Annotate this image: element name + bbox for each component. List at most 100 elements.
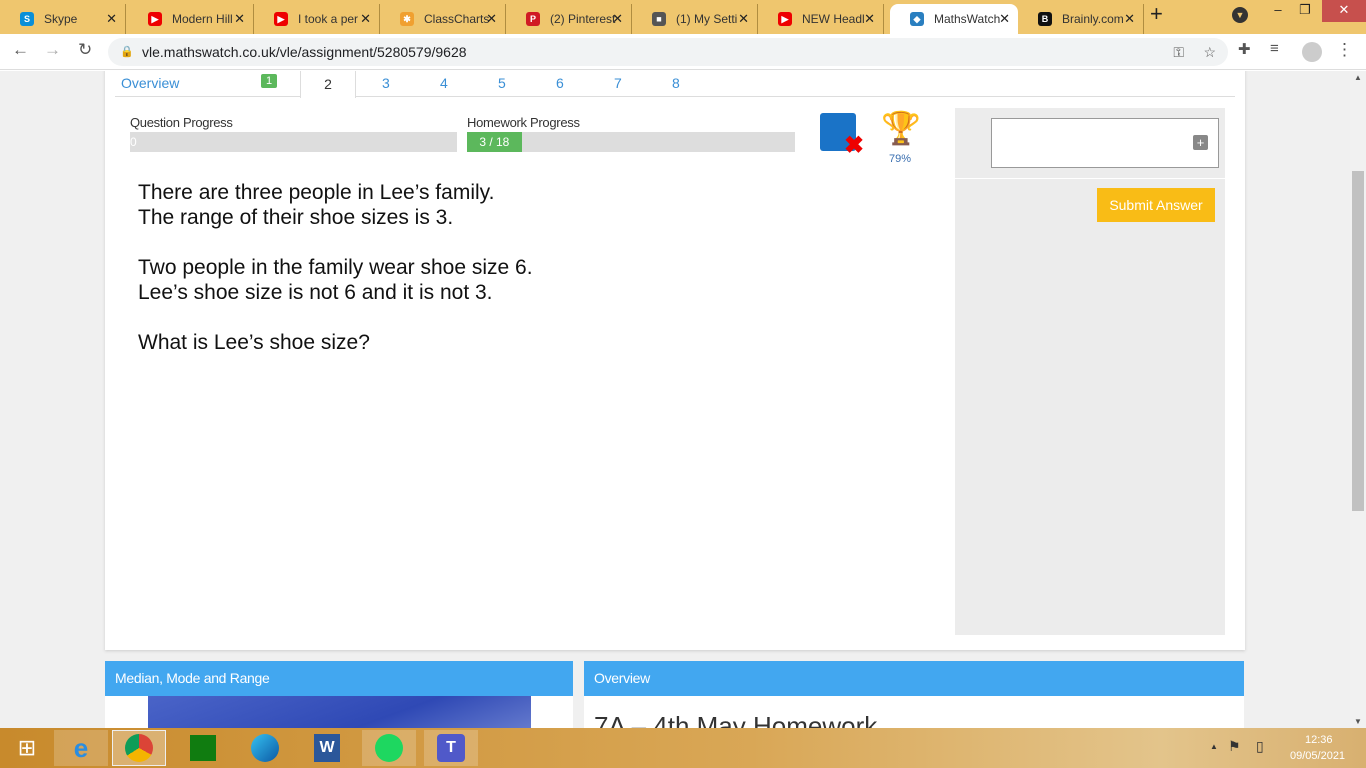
teams-icon[interactable]: T [424,730,478,766]
tab-question-5[interactable]: 5 [498,75,506,91]
video-thumbnail[interactable] [148,696,531,728]
close-tab-icon[interactable]: ✕ [106,11,117,27]
question-progress-label: Question Progress [130,115,233,130]
tab-question-6[interactable]: 6 [556,75,564,91]
close-tab-icon[interactable]: ✕ [234,11,245,27]
close-tab-icon[interactable]: ✕ [864,11,875,27]
tab-favicon-icon: ◆ [910,12,924,26]
browser-tab[interactable]: S Skype ✕ [0,4,126,34]
tab-favicon-icon: ▶ [778,12,792,26]
bookmark-star-icon[interactable]: ☆ [1203,38,1216,66]
minimize-button[interactable]: – [1268,0,1288,22]
close-tab-icon[interactable]: ✕ [486,11,497,27]
url-input[interactable]: 🔒 vle.mathswatch.co.uk/vle/assignment/52… [108,38,1228,66]
close-tab-icon[interactable]: ✕ [612,11,623,27]
back-icon[interactable]: ← [12,40,29,60]
word-icon[interactable]: W [300,730,354,766]
tab-favicon-icon: B [1038,12,1052,26]
question-tabs: Overview 1 2 3 4 5 6 7 8 [115,71,1235,98]
url-text: vle.mathswatch.co.uk/vle/assignment/5280… [142,44,467,60]
power-icon[interactable]: ▯ [1256,738,1264,755]
submit-answer-button[interactable]: Submit Answer [1097,188,1215,222]
tab-favicon-icon: ■ [652,12,666,26]
answer-panel: + Submit Answer [955,108,1225,635]
topic-video-panel: Median, Mode and Range [105,661,573,728]
tab-overview[interactable]: Overview [121,75,179,91]
close-tab-icon[interactable]: ✕ [360,11,371,27]
clock-date[interactable]: 09/05/2021 [1290,750,1345,762]
tab-favicon-icon: S [20,12,34,26]
close-window-button[interactable]: ✕ [1322,0,1366,22]
show-hidden-icons[interactable]: ▲ [1210,742,1218,751]
tab-search-icon[interactable]: ▼ [1232,7,1248,23]
question-line: Lee’s shoe size is not 6 and it is not 3… [138,281,493,304]
action-center-icon[interactable]: ⚑ [1228,738,1241,755]
homework-heading: 7A – 4th May Homework [594,711,878,728]
forward-icon[interactable]: → [44,40,61,60]
overview-panel: Overview 7A – 4th May Homework [584,661,1244,728]
browser-tab[interactable]: ■ (1) My Setti ✕ [632,4,758,34]
expand-plus-icon[interactable]: + [1193,135,1208,150]
page-scrollbar[interactable]: ▲ ▼ [1350,71,1366,728]
tab-question-3[interactable]: 3 [382,75,390,91]
tab-favicon-icon: P [526,12,540,26]
trophy-icon: 🏆 [881,110,921,146]
menu-icon[interactable]: ⋮ [1336,40,1353,60]
extensions-icon[interactable]: ✚ [1238,40,1251,58]
browser-tab-bar: S Skype ✕ ▶ Modern Hill ✕ ▶ I took a per ✕ ✱ Class… [0,0,1366,34]
spotify-icon[interactable] [362,730,416,766]
scrollbar-thumb[interactable] [1352,171,1364,511]
store-icon[interactable] [176,730,230,766]
reload-icon[interactable]: ↻ [78,40,92,60]
media-icon[interactable]: ≡ [1270,40,1279,57]
calculator-disabled-icon[interactable]: ✖ [820,113,864,159]
close-tab-icon[interactable]: ✕ [1124,11,1135,27]
question-progress-value: 0 [130,135,137,149]
question-line: There are three people in Lee’s family. [138,181,495,204]
tab-favicon-icon: ▶ [274,12,288,26]
chrome-icon[interactable] [112,730,166,766]
restore-button[interactable]: ❐ [1295,0,1315,22]
question-line: What is Lee’s shoe size? [138,331,370,354]
close-tab-icon[interactable]: ✕ [999,11,1010,27]
clock-time[interactable]: 12:36 [1305,734,1333,746]
overview-panel-title: Overview [584,661,1244,696]
browser-tab[interactable]: P (2) Pinterest ✕ [506,4,632,34]
browser-tab[interactable]: ◆ MathsWatch ✕ [890,4,1018,34]
address-bar-row: ← → ↻ 🔒 vle.mathswatch.co.uk/vle/assignm… [0,34,1366,70]
edge-icon[interactable] [238,730,292,766]
question-line: Two people in the family wear shoe size … [138,256,533,279]
homework-progress-bar: 3 / 18 [467,132,795,152]
homework-progress-label: Homework Progress [467,115,580,130]
windows-taskbar: ⊞ e W T ▲ ⚑ ▯ 12:36 09/05/2021 [0,728,1366,768]
tab-favicon-icon: ✱ [400,12,414,26]
internet-explorer-icon[interactable]: e [54,730,108,766]
browser-tab[interactable]: ✱ ClassCharts ✕ [380,4,506,34]
topic-panel-title: Median, Mode and Range [105,661,573,696]
question-line: The range of their shoe sizes is 3. [138,206,454,229]
browser-tab[interactable]: ▶ I took a per ✕ [254,4,380,34]
tab-question-7[interactable]: 7 [614,75,622,91]
lock-icon: 🔒 [120,46,134,58]
tab-favicon-icon: ▶ [148,12,162,26]
profile-avatar[interactable] [1302,42,1322,62]
browser-tab[interactable]: ▶ NEW Headl ✕ [758,4,884,34]
close-tab-icon[interactable]: ✕ [738,11,749,27]
new-tab-button[interactable]: + [1150,3,1163,26]
tab-title: MathsWatch [934,12,1001,26]
question-card: Overview 1 2 3 4 5 6 7 8 Question Progre… [105,71,1245,650]
answer-input[interactable] [991,118,1219,168]
trophy-percent: 79% [889,153,912,165]
tab-question-8[interactable]: 8 [672,75,680,91]
question-text: There are three people in Lee’s family. T… [138,180,533,380]
tab-question-2[interactable]: 2 [300,71,356,98]
question-progress-bar: 0 [130,132,457,152]
start-button[interactable]: ⊞ [0,730,54,766]
tab-question-1[interactable]: 1 [261,74,278,88]
homework-progress-fill: 3 / 18 [467,132,522,152]
browser-tab[interactable]: ▶ Modern Hill ✕ [128,4,254,34]
browser-tab[interactable]: B Brainly.com ✕ [1018,4,1144,34]
key-icon[interactable]: ⚿ [1173,38,1184,66]
page-content: Overview 1 2 3 4 5 6 7 8 Question Progre… [0,71,1350,728]
tab-question-4[interactable]: 4 [440,75,448,91]
